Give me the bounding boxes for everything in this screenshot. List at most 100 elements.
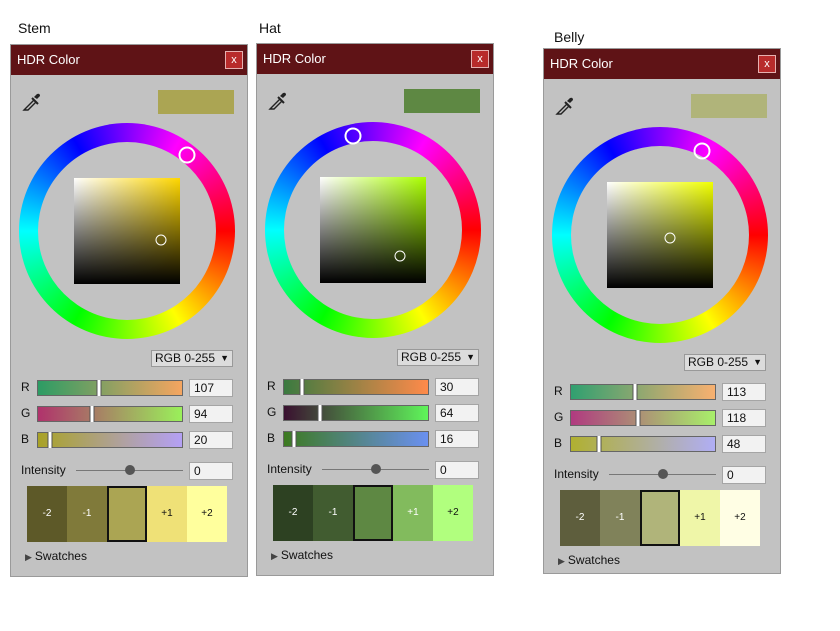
color-mode-dropdown[interactable]: RGB 0-255 ▼ [397,349,479,366]
swatch-plus-1[interactable]: +1 [393,485,433,541]
swatch-plus-1[interactable]: +1 [147,486,187,542]
channel-label: B [267,431,276,445]
intensity-input[interactable]: 0 [189,462,233,480]
channel-r-slider[interactable] [570,384,716,400]
current-color-preview[interactable] [158,90,234,114]
eyedropper-icon[interactable] [554,95,576,117]
saturation-value-square[interactable] [74,178,180,284]
intensity-row: Intensity 0 [21,462,237,480]
swatch-minus-1[interactable]: -1 [313,485,353,541]
swatch-current[interactable] [353,485,393,541]
current-color-preview[interactable] [691,94,767,118]
channel-label: G [267,405,277,419]
channel-label: G [21,406,31,420]
triangle-right-icon: ▶ [271,551,278,561]
channel-g-input[interactable]: 64 [435,404,479,422]
intensity-row: Intensity 0 [267,461,483,479]
swatch-minus-2[interactable]: -2 [560,490,600,546]
hdr-color-window: HDR Color x RGB 0-255 ▼ R 30 G 64 B 16 I… [256,43,494,576]
title-bar[interactable]: HDR Color x [11,45,247,75]
channel-g-input[interactable]: 94 [189,405,233,423]
title-bar[interactable]: HDR Color x [257,44,493,74]
sv-handle[interactable] [664,232,676,244]
hdr-color-window: HDR Color x RGB 0-255 ▼ R 107 G 94 B 20 … [10,44,248,577]
close-button[interactable]: x [225,51,243,69]
sv-handle[interactable] [394,250,406,262]
eyedropper-icon[interactable] [267,90,289,112]
swatch-minus-1[interactable]: -1 [67,486,107,542]
channel-b-slider[interactable] [37,432,183,448]
channel-r-slider[interactable] [37,380,183,396]
swatch-plus-2[interactable]: +2 [720,490,760,546]
channel-label: R [554,384,563,398]
hue-handle[interactable] [178,146,196,164]
chevron-down-icon: ▼ [753,357,762,367]
swatches-foldout[interactable]: ▶ Swatches [558,553,620,567]
swatch-minus-1[interactable]: -1 [600,490,640,546]
channel-r-row: R 107 [21,379,237,397]
channel-r-input[interactable]: 113 [722,383,766,401]
color-mode-value: RGB 0-255 [688,355,749,369]
intensity-row: Intensity 0 [554,466,770,484]
title-bar[interactable]: HDR Color x [544,49,780,79]
channel-g-slider[interactable] [37,406,183,422]
intensity-label: Intensity [21,463,66,477]
hue-handle[interactable] [344,127,362,145]
channel-g-slider[interactable] [283,405,429,421]
color-mode-value: RGB 0-255 [401,350,462,364]
intensity-slider-knob[interactable] [371,464,381,474]
panel-stem-label: Stem [18,20,51,36]
channel-g-slider[interactable] [570,410,716,426]
swatch-current[interactable] [107,486,147,542]
saturation-value-square[interactable] [607,182,713,288]
close-button[interactable]: x [758,55,776,73]
swatch-minus-2[interactable]: -2 [273,485,313,541]
sv-handle[interactable] [155,234,167,246]
window-title: HDR Color [17,52,80,67]
channel-label: R [21,380,30,394]
channel-r-row: R 30 [267,378,483,396]
channel-r-input[interactable]: 107 [189,379,233,397]
color-mode-value: RGB 0-255 [155,351,216,365]
swatch-minus-2[interactable]: -2 [27,486,67,542]
channel-r-input[interactable]: 30 [435,378,479,396]
channel-g-row: G 94 [21,405,237,423]
channel-g-row: G 118 [554,409,770,427]
channel-g-input[interactable]: 118 [722,409,766,427]
intensity-slider-knob[interactable] [658,469,668,479]
panel-belly-label: Belly [554,29,585,45]
channel-label: R [267,379,276,393]
window-title: HDR Color [550,56,613,71]
intensity-input[interactable]: 0 [435,461,479,479]
channel-label: G [554,410,564,424]
intensity-slider-knob[interactable] [125,465,135,475]
swatches-foldout[interactable]: ▶ Swatches [25,549,87,563]
channel-b-slider[interactable] [283,431,429,447]
window-title: HDR Color [263,51,326,66]
channel-r-row: R 113 [554,383,770,401]
close-button[interactable]: x [471,50,489,68]
channel-b-input[interactable]: 20 [189,431,233,449]
hue-handle[interactable] [693,142,711,160]
current-color-preview[interactable] [404,89,480,113]
intensity-input[interactable]: 0 [722,466,766,484]
channel-b-row: B 48 [554,435,770,453]
channel-b-row: B 20 [21,431,237,449]
swatches-foldout[interactable]: ▶ Swatches [271,548,333,562]
channel-b-row: B 16 [267,430,483,448]
swatches-label: Swatches [567,553,620,567]
channel-label: B [554,436,563,450]
saturation-value-square[interactable] [320,177,426,283]
swatch-plus-1[interactable]: +1 [680,490,720,546]
channel-r-slider[interactable] [283,379,429,395]
channel-b-input[interactable]: 48 [722,435,766,453]
swatch-current[interactable] [640,490,680,546]
swatch-plus-2[interactable]: +2 [433,485,473,541]
triangle-right-icon: ▶ [25,552,32,562]
color-mode-dropdown[interactable]: RGB 0-255 ▼ [684,354,766,371]
color-mode-dropdown[interactable]: RGB 0-255 ▼ [151,350,233,367]
channel-b-slider[interactable] [570,436,716,452]
eyedropper-icon[interactable] [21,91,43,113]
channel-b-input[interactable]: 16 [435,430,479,448]
swatch-plus-2[interactable]: +2 [187,486,227,542]
